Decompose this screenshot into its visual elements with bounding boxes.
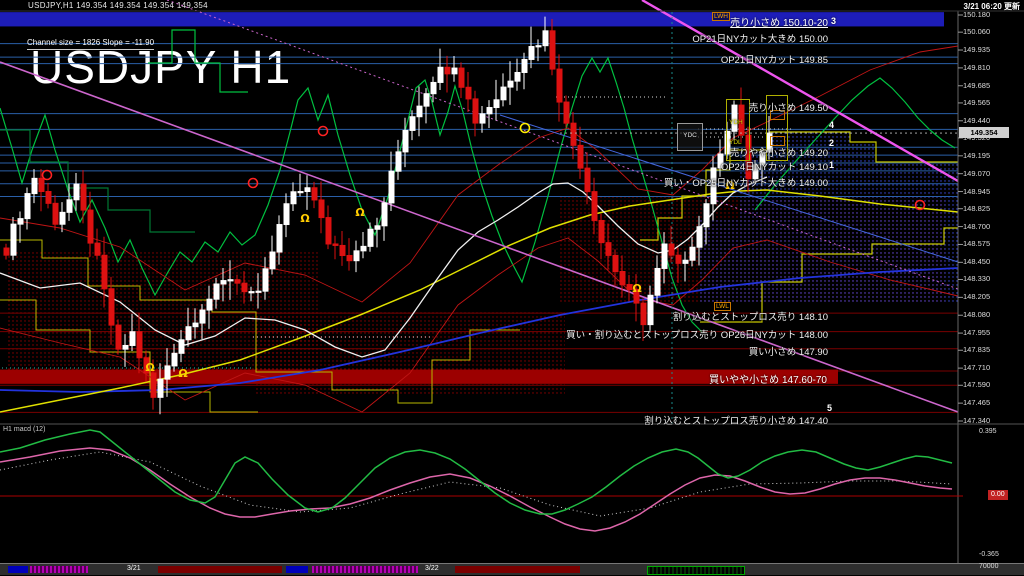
- level-annotation: OP24日NYカット 149.10: [720, 162, 828, 173]
- current-price-badge: 149.354: [959, 127, 1009, 139]
- level-annotation: 割り込むとストップロス売り 148.10: [672, 312, 828, 323]
- omega-signal-icon: Ω: [145, 361, 155, 374]
- price-tick-label: 148.575: [963, 239, 991, 249]
- omega-signal-icon: Ω: [178, 367, 188, 380]
- buy-zone-label: 買いやや小さめ 147.60-70: [709, 375, 827, 386]
- strip-date-1: 3/21: [127, 565, 141, 572]
- level-annotation: 買い・OP25日NYカット大きめ 149.00: [663, 178, 828, 189]
- price-tick-label: 148.080: [963, 310, 991, 320]
- pivot-level-number: 3: [831, 16, 837, 26]
- price-tick-label: 148.825: [963, 203, 991, 213]
- macd-zero-badge: 0.00: [988, 490, 1008, 500]
- macd-scale-volume: 70000: [979, 563, 999, 570]
- macd-indicator-label: H1 macd (12): [3, 426, 46, 433]
- macd-scale-top: 0.395: [979, 428, 997, 435]
- macd-pink-line: [0, 447, 953, 532]
- price-tick-label: 149.070: [963, 168, 991, 178]
- level-annotation: 買い小さめ 147.90: [748, 347, 828, 358]
- price-tick-label: 147.955: [963, 328, 991, 338]
- price-tick-label: 148.450: [963, 257, 991, 267]
- macd-scale-bottom: -0.365: [979, 551, 999, 558]
- price-tick-label: 149.440: [963, 115, 991, 125]
- price-tick-label: 147.340: [963, 416, 991, 425]
- price-tick-label: 149.935: [963, 45, 991, 55]
- ydc-tag: YDC: [677, 123, 703, 151]
- price-tick-label: 150.060: [963, 27, 991, 37]
- price-tick-label: 147.465: [963, 398, 991, 408]
- level-annotation: OP21日NYカット 149.85: [720, 55, 828, 66]
- level-annotation: 売りやや小さめ 149.20: [729, 148, 828, 159]
- price-tick-label: 148.700: [963, 221, 991, 231]
- chart-canvas[interactable]: Ω ΩΩ ΩΩΩ: [0, 0, 1024, 576]
- level-annotation: 割り込むとストップロス売り小さめ 147.40: [644, 416, 828, 427]
- red-circle-signal-icon: [41, 169, 53, 181]
- session-block-mag: [30, 566, 88, 573]
- session-block-red: [158, 566, 282, 573]
- mt4-chart-window: USDJPY,H1 149.354 149.354 149.354 149.35…: [0, 0, 1024, 576]
- price-tick-label: 149.195: [963, 150, 991, 160]
- price-tick-label: 149.685: [963, 80, 991, 90]
- red-circle-signal-icon: [247, 177, 259, 189]
- level-annotation: OP21日NYカット大きめ 150.00: [692, 34, 828, 45]
- strip-date-2: 3/22: [425, 565, 439, 572]
- price-tick-label: 148.205: [963, 292, 991, 302]
- session-block-blue: [286, 566, 308, 573]
- session-strip: 3/21 3/22: [0, 563, 1024, 575]
- level-annotation: 買い・割り込むとストップロス売り OP26日NYカット 148.00: [566, 330, 828, 341]
- pivot-level-number: 1: [829, 160, 835, 170]
- session-block-mag: [312, 566, 418, 573]
- price-tick-label: 149.565: [963, 97, 991, 107]
- price-tick-label: 147.710: [963, 363, 991, 373]
- macd-green-line: [0, 429, 953, 515]
- level-annotation: 売り小さめ 149.50: [748, 103, 828, 114]
- omega-signal-icon: Ω: [632, 282, 642, 295]
- ydh-tag: YDH: [729, 119, 743, 126]
- channel-info-label: Channel size = 1826 Slope = -11.90: [27, 38, 155, 50]
- price-tick-label: 148.330: [963, 274, 991, 284]
- price-tick-label: 147.590: [963, 380, 991, 390]
- pivot-level-number: 5: [827, 403, 833, 413]
- ichimoku-green-line: [148, 29, 248, 93]
- session-block-blue: [8, 566, 28, 573]
- session-block-green: [647, 566, 745, 575]
- omega-signal-icon: Ω: [300, 212, 310, 225]
- pivot-level-number: 4: [829, 120, 835, 130]
- sell-zone-label: 売り小さめ 150.10-20: [730, 18, 828, 29]
- macd-signal-dotted: [0, 451, 953, 517]
- session-block-red: [455, 566, 580, 573]
- price-tick-label: 147.835: [963, 345, 991, 355]
- price-tick-label: 150.180: [963, 10, 991, 19]
- pivot-level-number: 2: [829, 138, 835, 148]
- red-circle-signal-icon: [317, 125, 329, 137]
- price-tick-label: 148.945: [963, 186, 991, 196]
- lwh-tag: LWH: [712, 12, 730, 21]
- omega-signal-icon: Ω: [355, 206, 365, 219]
- price-tick-label: 149.810: [963, 62, 991, 72]
